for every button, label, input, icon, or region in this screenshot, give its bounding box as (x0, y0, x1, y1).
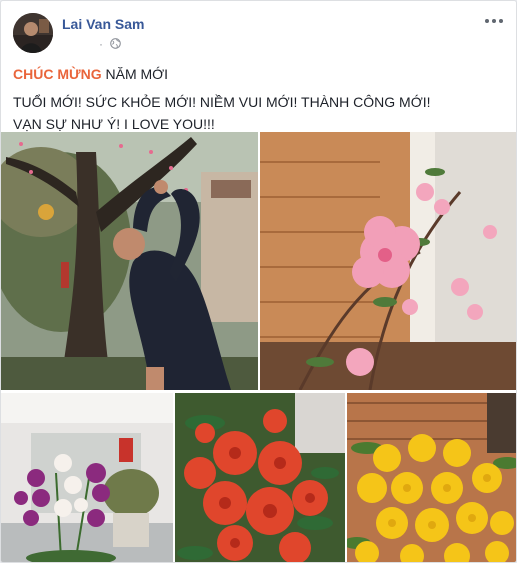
greeting-rest: NĂM MỚI (101, 66, 169, 82)
text-line-2: TUỔI MỚI! SỨC KHỎE MỚI! NIỀM VUI MỚI! TH… (13, 94, 431, 110)
globe-icon[interactable] (110, 38, 122, 49)
photo-orchids[interactable] (1, 393, 173, 562)
author-avatar[interactable] (13, 13, 53, 53)
greeting-highlight[interactable]: CHÚC MỪNG (13, 66, 102, 82)
post-text: CHÚC MỪNG NĂM MỚI TUỔI MỚI! SỨC KHỎE MỚI… (13, 63, 503, 135)
avatar-image (13, 13, 53, 53)
ellipsis-icon[interactable] (484, 13, 504, 29)
photo-red-chrysanthemums[interactable] (175, 393, 345, 562)
photo-pink-blossoms[interactable] (260, 132, 516, 390)
greeting-line: CHÚC MỪNG NĂM MỚI (13, 63, 503, 85)
facebook-post: Lai Van Sam · CHÚC MỪNG NĂM MỚI TUỔI MỚI… (0, 0, 517, 563)
post-header: Lai Van Sam · (13, 13, 504, 55)
photo-man-peach-tree[interactable] (1, 132, 258, 390)
photo-grid (1, 132, 516, 562)
author-name[interactable]: Lai Van Sam (62, 16, 144, 32)
post-meta: · (99, 37, 122, 51)
photo-yellow-chrysanthemums[interactable] (347, 393, 516, 562)
timestamp[interactable]: · (99, 37, 103, 51)
